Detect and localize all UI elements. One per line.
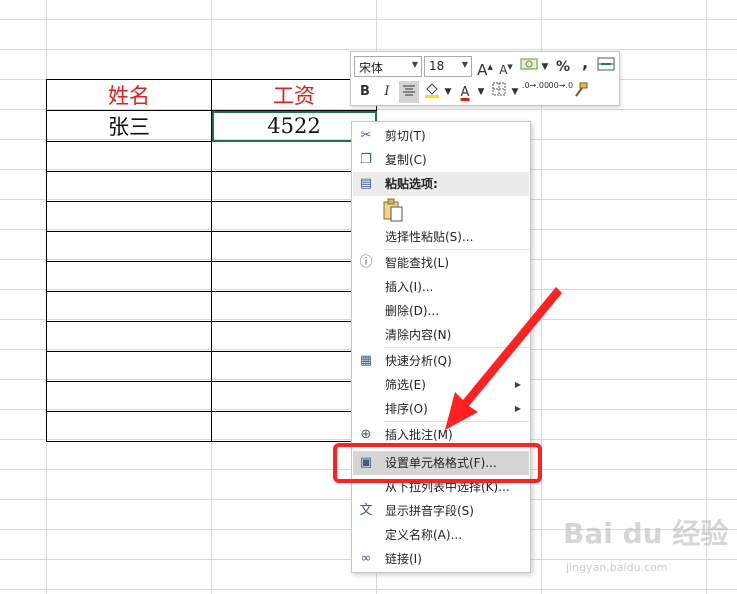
menu-item-label: 快速分析(Q) bbox=[385, 354, 452, 368]
menu-separator bbox=[384, 347, 529, 348]
decrease-decimal-button[interactable]: .00→.0 bbox=[546, 81, 573, 103]
format-painter-button[interactable] bbox=[570, 81, 590, 103]
menu-item[interactable]: ❐ 复制(C) bbox=[353, 148, 529, 172]
menu-item[interactable]: 排序(O) ▶ bbox=[353, 397, 529, 421]
copy-icon: ❐ bbox=[360, 152, 372, 167]
smart-lookup-icon: ⓘ bbox=[359, 255, 373, 270]
format-painter-icon bbox=[575, 82, 588, 97]
menu-item[interactable]: 定义名称(A)... bbox=[353, 523, 529, 547]
menu-item[interactable]: 插入(I)... bbox=[353, 275, 529, 299]
empty-cell[interactable] bbox=[46, 171, 212, 202]
empty-cell[interactable] bbox=[46, 291, 212, 322]
increase-decimal-button[interactable]: .0→.00 bbox=[522, 81, 549, 103]
align-center-icon bbox=[403, 85, 415, 96]
menu-item: ▤ 粘贴选项: bbox=[353, 172, 529, 196]
number-format-button[interactable] bbox=[519, 56, 539, 78]
menu-item-label: 选择性粘贴(S)... bbox=[385, 230, 474, 244]
menu-item-label: 删除(D)... bbox=[385, 304, 440, 318]
menu-item-label: 显示拼音字段(S) bbox=[385, 504, 474, 518]
mini-toolbar: 宋体 ▼ 18 ▼ A▲ A▼ ▼ % , B I ▼ A ▼ ▼ .0→.00… bbox=[350, 51, 620, 106]
submenu-arrow-icon: ▶ bbox=[514, 380, 521, 389]
chevron-down-icon: ▼ bbox=[461, 60, 468, 69]
data-table: 姓名 工资 张三 4522 bbox=[46, 79, 377, 442]
menu-item[interactable]: ▦ 快速分析(Q) bbox=[353, 349, 529, 373]
paste-icon: ▤ bbox=[359, 176, 373, 191]
cut-icon: ✂ bbox=[360, 128, 372, 143]
menu-item-label: 筛选(E) bbox=[385, 378, 426, 392]
empty-cell[interactable] bbox=[46, 141, 212, 172]
chevron-down-icon[interactable]: ▼ bbox=[476, 81, 486, 103]
quick-analysis-icon: ▦ bbox=[359, 353, 373, 368]
menu-item[interactable]: 文显示拼音字段(S) bbox=[353, 499, 529, 523]
paste-option-keep-formatting-icon[interactable] bbox=[382, 198, 404, 222]
menu-item-label: 排序(O) bbox=[385, 402, 428, 416]
empty-cell[interactable] bbox=[46, 261, 212, 292]
paint-bucket-icon bbox=[425, 83, 439, 98]
bold-button[interactable]: B bbox=[355, 81, 375, 103]
phonetic-icon: 文 bbox=[359, 503, 373, 518]
watermark-url: jingyan.baidu.com bbox=[566, 561, 668, 574]
menu-item-label: 清除内容(N) bbox=[385, 328, 452, 342]
header-cell-name[interactable]: 姓名 bbox=[46, 79, 212, 111]
menu-item[interactable]: 清除内容(N) bbox=[353, 323, 529, 347]
increase-font-button[interactable]: A▲ bbox=[475, 56, 495, 79]
empty-cell[interactable] bbox=[46, 381, 212, 412]
menu-item[interactable]: 删除(D)... bbox=[353, 299, 529, 323]
fill-color-button[interactable] bbox=[422, 81, 442, 103]
currency-format-icon bbox=[520, 58, 538, 70]
chevron-down-icon[interactable]: ▼ bbox=[510, 81, 520, 103]
context-menu: ✂ 剪切(T) ❐ 复制(C) ▤ 粘贴选项: 选择性粘贴(S)... ⓘ 智能查找(L) 插入(… bbox=[351, 121, 531, 573]
menu-item[interactable]: ∞ 链接(I) bbox=[353, 547, 529, 571]
merge-cells-icon bbox=[597, 57, 615, 71]
menu-item-label: 智能查找(L) bbox=[385, 256, 450, 270]
menu-item[interactable]: ⓘ 智能查找(L) bbox=[353, 251, 529, 275]
empty-cell[interactable] bbox=[46, 411, 212, 442]
italic-button[interactable]: I bbox=[377, 81, 397, 103]
submenu-arrow-icon: ▶ bbox=[514, 404, 521, 413]
borders-button[interactable] bbox=[489, 81, 509, 103]
empty-cell[interactable] bbox=[46, 201, 212, 232]
menu-item-label: 粘贴选项: bbox=[385, 177, 438, 191]
menu-item-label: 插入(I)... bbox=[385, 280, 434, 294]
menu-item-label: 定义名称(A)... bbox=[385, 528, 463, 542]
increase-decimal-icon: .0→.00 bbox=[522, 81, 550, 90]
empty-cell[interactable] bbox=[46, 231, 212, 262]
borders-icon bbox=[492, 82, 506, 96]
merge-center-button[interactable] bbox=[596, 56, 616, 78]
menu-separator bbox=[384, 421, 529, 422]
insert-comment-icon: ⊕ bbox=[360, 427, 372, 442]
cutoff-title-text bbox=[40, 0, 300, 6]
comma-button[interactable]: , bbox=[575, 52, 595, 74]
menu-item[interactable]: 筛选(E) ▶ bbox=[353, 373, 529, 397]
annotation-highlight-box bbox=[333, 443, 542, 483]
watermark-logo: Bai du 经验 bbox=[563, 517, 729, 550]
font-size-combo[interactable]: 18 ▼ bbox=[424, 56, 472, 77]
font-size-value: 18 bbox=[429, 59, 445, 73]
font-name-combo[interactable]: 宋体 ▼ bbox=[354, 56, 422, 77]
menu-item-label: 复制(C) bbox=[385, 153, 427, 167]
menu-separator bbox=[384, 249, 529, 250]
decrease-decimal-icon: .00→.0 bbox=[546, 81, 574, 90]
chevron-down-icon[interactable]: ▼ bbox=[443, 81, 453, 103]
menu-item-label: 剪切(T) bbox=[385, 129, 426, 143]
center-align-button[interactable] bbox=[399, 81, 419, 103]
menu-item[interactable]: 选择性粘贴(S)... bbox=[353, 225, 529, 249]
empty-cell[interactable] bbox=[46, 351, 212, 382]
cell-name[interactable]: 张三 bbox=[46, 110, 212, 142]
font-color-button[interactable]: A bbox=[455, 81, 475, 103]
chevron-down-icon: ▼ bbox=[411, 60, 418, 69]
font-name-value: 宋体 bbox=[359, 61, 384, 75]
link-icon: ∞ bbox=[360, 551, 372, 566]
menu-item-label: 链接(I) bbox=[385, 552, 422, 566]
chevron-down-icon[interactable]: ▼ bbox=[540, 56, 550, 78]
decrease-font-button[interactable]: A▼ bbox=[496, 56, 516, 78]
menu-item[interactable]: ✂ 剪切(T) bbox=[353, 124, 529, 148]
percent-button[interactable]: % bbox=[553, 56, 573, 78]
empty-cell[interactable] bbox=[46, 321, 212, 352]
